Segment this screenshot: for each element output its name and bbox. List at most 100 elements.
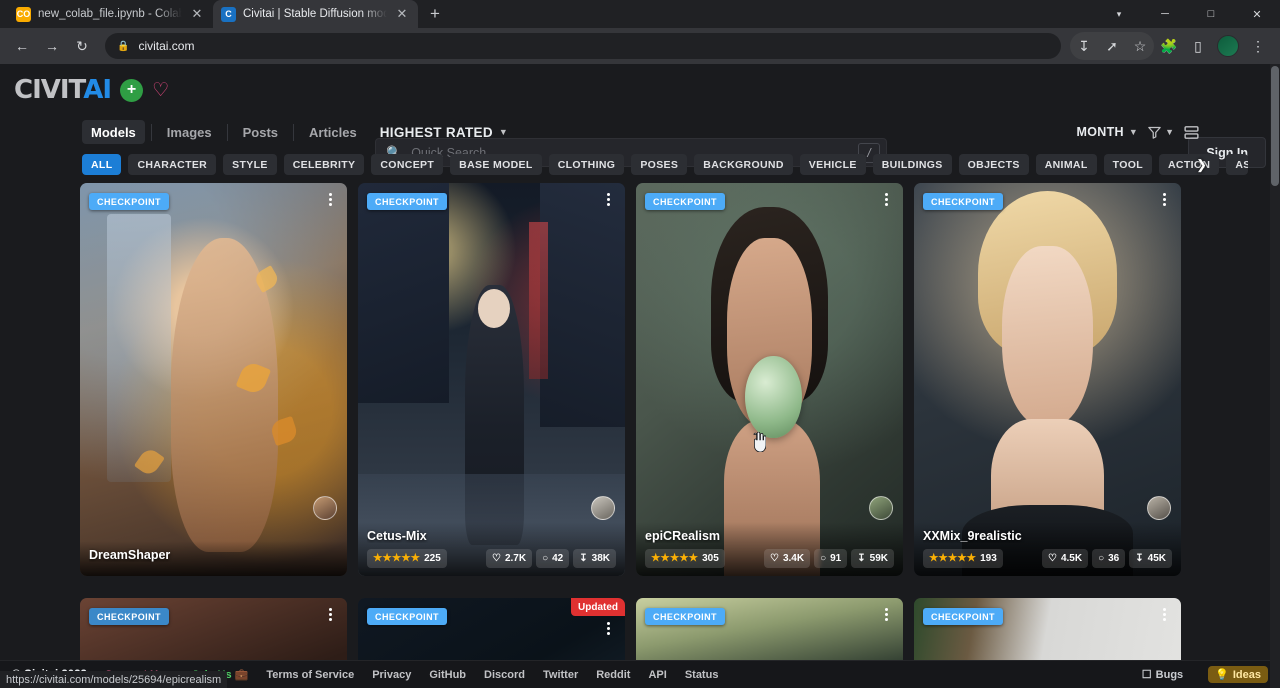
avatar[interactable] (591, 496, 615, 520)
likes-badge: ♡ 2.7K (486, 549, 532, 568)
footer-link-twitter[interactable]: Twitter (543, 669, 578, 681)
chip-background[interactable]: BACKGROUND (694, 154, 793, 175)
period-dropdown[interactable]: MONTH ▼ (1077, 125, 1139, 139)
card-menu-icon[interactable] (1157, 191, 1171, 208)
avatar[interactable] (869, 496, 893, 520)
sort-dropdown-label: HIGHEST RATED (380, 125, 493, 140)
civitai-logo[interactable]: CIVITAI + ♡ (14, 75, 169, 105)
footer-link-discord[interactable]: Discord (484, 669, 525, 681)
create-plus-icon[interactable]: + (120, 79, 143, 102)
chip-objects[interactable]: OBJECTS (959, 154, 1029, 175)
chip-assets[interactable]: ASSETS (1226, 154, 1248, 175)
heart-icon: ♡ (1048, 553, 1057, 564)
chip-all[interactable]: ALL (82, 154, 121, 175)
back-icon[interactable]: ← (8, 32, 36, 60)
reload-icon[interactable]: ↻ (68, 32, 96, 60)
page-scrollbar[interactable] (1270, 64, 1280, 688)
card-footer: DreamShaper (80, 541, 347, 576)
new-tab-button[interactable]: + (421, 0, 449, 28)
footer-link-terms[interactable]: Terms of Service (266, 669, 354, 681)
browser-tab-civitai[interactable]: C Civitai | Stable Diffusion models, ✕ (213, 0, 418, 28)
close-icon[interactable]: ✕ (394, 6, 410, 22)
minimize-button[interactable]: ─ (1142, 0, 1188, 28)
tab-articles[interactable]: Articles (300, 120, 366, 144)
chip-style[interactable]: STYLE (223, 154, 277, 175)
primary-nav: Models Images Posts Articles HIGHEST RAT… (0, 116, 1280, 148)
heart-icon[interactable]: ♡ (152, 81, 169, 100)
chip-celebrity[interactable]: CELEBRITY (284, 154, 365, 175)
model-card[interactable]: CHECKPOINT DreamShaper (80, 183, 347, 576)
card-artwork (914, 183, 1181, 576)
three-dot-menu-icon[interactable]: ⋮ (1244, 32, 1272, 60)
tab-images[interactable]: Images (158, 120, 221, 144)
browser-tab-colab[interactable]: CO new_colab_file.ipynb - Colaborat... ✕ (8, 0, 213, 28)
chip-base-model[interactable]: BASE MODEL (450, 154, 542, 175)
briefcase-icon: 💼 (235, 669, 249, 681)
footer-link-privacy[interactable]: Privacy (372, 669, 411, 681)
filter-button[interactable]: ▼ (1147, 125, 1174, 140)
star-icon[interactable]: ☆ (1126, 32, 1154, 60)
card-menu-icon[interactable] (323, 606, 337, 623)
footer-link-status[interactable]: Status (685, 669, 719, 681)
star-icon: ★★★★★ (373, 553, 420, 564)
downloads-count: 59K (870, 553, 888, 564)
scrollbar-thumb[interactable] (1271, 66, 1279, 186)
card-menu-icon[interactable] (323, 191, 337, 208)
card-menu-icon[interactable] (879, 606, 893, 623)
card-menu-icon[interactable] (601, 191, 615, 208)
lock-icon: 🔒 (117, 41, 129, 52)
tab-models[interactable]: Models (82, 120, 145, 144)
close-window-button[interactable]: ✕ (1234, 0, 1280, 28)
card-menu-icon[interactable] (1157, 606, 1171, 623)
chip-clothing[interactable]: CLOTHING (549, 154, 625, 175)
install-icon[interactable]: ↧ (1070, 32, 1098, 60)
chips-scroll-right-icon[interactable]: ❯ (1196, 157, 1207, 173)
card-menu-icon[interactable] (879, 191, 893, 208)
footer-link-github[interactable]: GitHub (429, 669, 466, 681)
layout-toggle-button[interactable] (1183, 125, 1200, 140)
ideas-button[interactable]: 💡 Ideas (1208, 666, 1268, 683)
model-card[interactable]: CHECKPOINT Cetus-Mix ★★★★★ 225 ♡ 2.7K (358, 183, 625, 576)
chip-poses[interactable]: POSES (631, 154, 687, 175)
downloads-count: 38K (592, 553, 610, 564)
chip-tool[interactable]: TOOL (1104, 154, 1152, 175)
card-type-badge: CHECKPOINT (923, 193, 1003, 210)
side-panel-icon[interactable]: ▯ (1184, 32, 1212, 60)
comments-badge: ○ 42 (536, 549, 569, 568)
footer-link-reddit[interactable]: Reddit (596, 669, 630, 681)
model-card[interactable]: CHECKPOINT XXMix_9realistic ★★★★★ 193 ♡ (914, 183, 1181, 576)
likes-count: 2.7K (505, 553, 526, 564)
avatar[interactable] (313, 496, 337, 520)
footer-link-api[interactable]: API (648, 669, 666, 681)
forward-icon[interactable]: → (38, 32, 66, 60)
chip-vehicle[interactable]: VEHICLE (800, 154, 866, 175)
bugs-button[interactable]: ☐ Bugs (1135, 666, 1190, 683)
likes-badge: ♡ 4.5K (1042, 549, 1088, 568)
address-bar[interactable]: 🔒 civitai.com (105, 33, 1061, 59)
downloads-badge: ↧ 38K (573, 549, 616, 568)
chip-character[interactable]: CHARACTER (128, 154, 216, 175)
rating-badge: ★★★★★ 225 (367, 549, 447, 568)
profile-avatar[interactable] (1217, 35, 1239, 57)
puzzle-icon[interactable]: 🧩 (1155, 32, 1183, 60)
share-icon[interactable]: ➚ (1098, 32, 1126, 60)
window-controls: ▾ ─ □ ✕ (1096, 0, 1280, 28)
rating-badge: ★★★★★ 193 (923, 549, 1003, 568)
chip-concept[interactable]: CONCEPT (371, 154, 443, 175)
chip-action[interactable]: ACTION (1159, 154, 1219, 175)
card-footer: Cetus-Mix ★★★★★ 225 ♡ 2.7K ○ (358, 522, 625, 576)
model-card[interactable]: CHECKPOINT epiCRealism ★★★★★ 305 ♡ 3.4 (636, 183, 903, 576)
avatar[interactable] (1147, 496, 1171, 520)
toolbar-actions: ↧ ➚ ☆ 🧩 ▯ ⋮ (1070, 32, 1272, 60)
card-menu-icon[interactable] (601, 620, 615, 637)
maximize-button[interactable]: □ (1188, 0, 1234, 28)
tab-posts[interactable]: Posts (234, 120, 287, 144)
sort-dropdown[interactable]: HIGHEST RATED ▼ (380, 125, 508, 140)
category-chips: ALL CHARACTER STYLE CELEBRITY CONCEPT BA… (0, 148, 1280, 183)
chip-animal[interactable]: ANIMAL (1036, 154, 1097, 175)
chip-buildings[interactable]: BUILDINGS (873, 154, 952, 175)
downloads-count: 45K (1148, 553, 1166, 564)
nav-divider (227, 124, 228, 141)
close-icon[interactable]: ✕ (189, 6, 205, 22)
chevron-down-icon[interactable]: ▾ (1096, 0, 1142, 28)
